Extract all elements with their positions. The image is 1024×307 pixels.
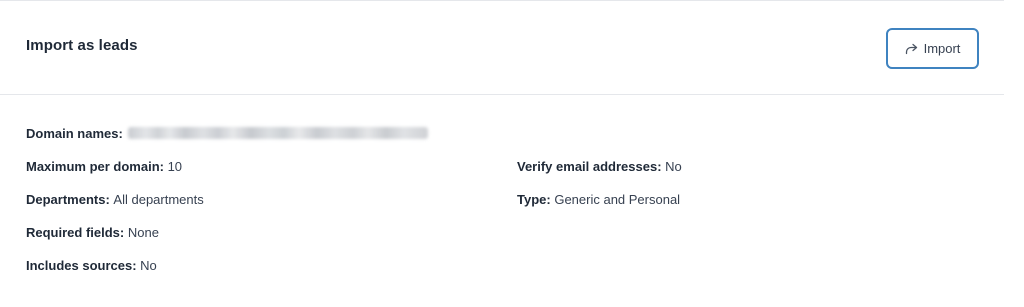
panel-header: Import as leads Import [0,1,1004,95]
type-value: Generic and Personal [554,192,681,207]
panel-title: Import as leads [26,37,138,54]
max-per-domain-row: Maximum per domain: 10 [26,159,182,174]
type-row: Type: Generic and Personal [517,192,680,207]
import-button[interactable]: Import [886,28,979,69]
departments-label: Departments: [26,192,114,207]
includes-sources-value: No [140,258,157,273]
import-button-label: Import [923,41,961,56]
import-leads-panel: Import as leads Import Domain names: Max… [0,0,1004,307]
domain-names-label: Domain names: [26,126,127,141]
departments-value: All departments [113,192,204,207]
domain-names-value-blurred [128,127,429,140]
departments-row: Departments: All departments [26,192,204,207]
max-per-domain-value: 10 [167,159,183,174]
max-per-domain-label: Maximum per domain: [26,159,168,174]
type-label: Type: [517,192,555,207]
verify-email-row: Verify email addresses: No [517,159,682,174]
required-fields-value: None [127,225,159,240]
share-arrow-icon [905,43,918,55]
includes-sources-label: Includes sources: [26,258,141,273]
verify-email-value: No [665,159,682,174]
details-section: Domain names: Maximum per domain: 10 Dep… [0,95,1004,307]
includes-sources-row: Includes sources: No [26,258,157,273]
verify-email-label: Verify email addresses: [517,159,666,174]
required-fields-label: Required fields: [26,225,128,240]
domain-names-row: Domain names: [26,126,429,141]
required-fields-row: Required fields: None [26,225,159,240]
